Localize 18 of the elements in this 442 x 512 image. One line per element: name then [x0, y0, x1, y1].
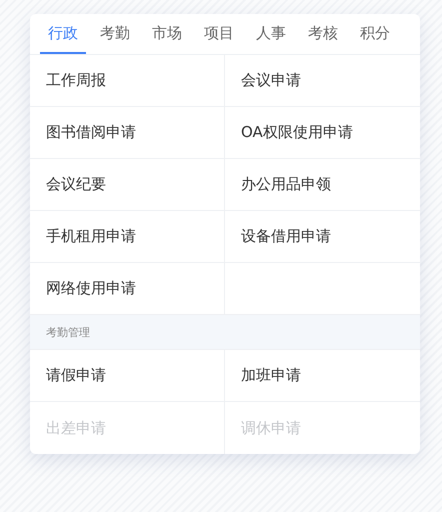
- menu-item[interactable]: 加班申请: [225, 350, 420, 402]
- section-header: 考勤管理: [30, 315, 420, 350]
- menu-item[interactable]: 办公用品申领: [225, 159, 420, 211]
- category-tab[interactable]: 考核: [300, 14, 346, 54]
- menu-item[interactable]: 会议纪要: [30, 159, 225, 211]
- menu-item[interactable]: 请假申请: [30, 350, 225, 402]
- category-tab[interactable]: 人事: [248, 14, 294, 54]
- category-tab[interactable]: 项目: [196, 14, 242, 54]
- category-tab[interactable]: 考勤: [92, 14, 138, 54]
- menu-item[interactable]: 工作周报: [30, 55, 225, 107]
- category-tab[interactable]: 行政: [40, 14, 86, 54]
- menu-item[interactable]: OA权限使用申请: [225, 107, 420, 159]
- category-tab[interactable]: 市场: [144, 14, 190, 54]
- menu-item[interactable]: 会议申请: [225, 55, 420, 107]
- menu-item[interactable]: 图书借阅申请: [30, 107, 225, 159]
- menu-item[interactable]: 手机租用申请: [30, 211, 225, 263]
- category-tab[interactable]: 积分: [352, 14, 398, 54]
- menu-item[interactable]: 设备借用申请: [225, 211, 420, 263]
